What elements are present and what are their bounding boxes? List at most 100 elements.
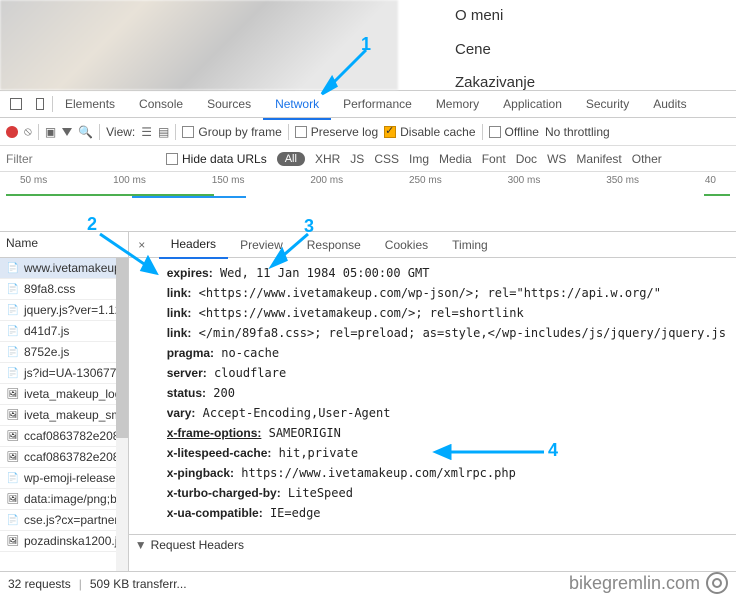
tab-performance[interactable]: Performance [331, 90, 424, 118]
group-by-frame-checkbox[interactable]: Group by frame [182, 125, 281, 139]
request-name: data:image/png;base... [24, 492, 128, 506]
response-header-row: x-turbo-charged-by: LiteSpeed [167, 486, 726, 500]
request-name: iveta_makeup_logo60.png [24, 387, 128, 401]
request-row[interactable]: 🖼ccaf0863782e2086b48e1fcb... [0, 447, 128, 468]
header-key: link: [167, 286, 192, 300]
separator [175, 124, 176, 140]
name-column-header[interactable]: Name [0, 232, 128, 258]
camera-icon[interactable]: ▣ [45, 125, 56, 139]
request-name: 8752e.js [24, 345, 69, 359]
request-headers-section[interactable]: ▼Request Headers [129, 534, 736, 555]
timeline-bar [704, 194, 730, 196]
request-row[interactable]: 🖼iveta_makeup_sminkanje_300... [0, 405, 128, 426]
filter-js[interactable]: JS [350, 152, 364, 166]
throttling-select[interactable]: No throttling [545, 125, 610, 139]
timeline-bar [132, 196, 246, 198]
record-button[interactable] [6, 126, 18, 138]
request-name: iveta_makeup_sminkanje_300... [24, 408, 128, 422]
detail-pane: × Headers Preview Response Cookies Timin… [129, 232, 736, 571]
menu-item[interactable]: Cene [455, 34, 535, 66]
response-header-row: status: 200 [167, 386, 726, 400]
detail-tabs: × Headers Preview Response Cookies Timin… [129, 232, 736, 258]
request-row[interactable]: 📄d41d7.js [0, 321, 128, 342]
filter-ws[interactable]: WS [547, 152, 566, 166]
filter-media[interactable]: Media [439, 152, 472, 166]
request-row[interactable]: 🖼ccaf0863782e2086b48e1fcb... [0, 426, 128, 447]
request-row[interactable]: 📄js?id=UA-130677412-1 [0, 363, 128, 384]
request-name: www.ivetamakeup.com [24, 261, 128, 275]
filter-input[interactable] [6, 152, 156, 166]
device-icon[interactable] [30, 94, 50, 114]
tab-preview[interactable]: Preview [228, 232, 295, 258]
network-toolbar: ⦸ ▣ 🔍 View: ☰ ▤ Group by frame Preserve … [0, 118, 736, 146]
filter-all[interactable]: All [277, 152, 305, 166]
filter-css[interactable]: CSS [374, 152, 399, 166]
menu-item[interactable]: Zakazivanje [455, 67, 535, 99]
header-key: expires: [167, 266, 213, 280]
tab-cookies[interactable]: Cookies [373, 232, 440, 258]
request-name: 89fa8.css [24, 282, 75, 296]
page-top: O meni Cene Zakazivanje [0, 0, 736, 90]
tab-security[interactable]: Security [574, 90, 641, 118]
header-value: <https://www.ivetamakeup.com/>; rel=shor… [191, 306, 523, 320]
tab-sources[interactable]: Sources [195, 90, 263, 118]
request-row[interactable]: 🖼data:image/png;base... [0, 489, 128, 510]
filter-doc[interactable]: Doc [516, 152, 537, 166]
inspect-icon[interactable] [6, 94, 26, 114]
response-header-row: vary: Accept-Encoding,User-Agent [167, 406, 726, 420]
header-key: vary: [167, 406, 196, 420]
request-row[interactable]: 🖼iveta_makeup_logo60.png [0, 384, 128, 405]
hide-data-urls-checkbox[interactable]: Hide data URLs [166, 152, 267, 166]
tab-console[interactable]: Console [127, 90, 195, 118]
header-key: x-ua-compatible: [167, 506, 263, 520]
header-key: link: [167, 326, 192, 340]
request-row[interactable]: 📄jquery.js?ver=1.12.4-wp [0, 300, 128, 321]
header-key: server: [167, 366, 207, 380]
tab-timing[interactable]: Timing [440, 232, 500, 258]
transfer-size: 509 KB transferr... [90, 577, 187, 591]
large-view-icon[interactable]: ▤ [158, 125, 169, 139]
scrollbar[interactable] [116, 258, 128, 571]
timeline[interactable]: 50 ms100 ms150 ms200 ms250 ms300 ms350 m… [0, 172, 736, 232]
list-view-icon[interactable]: ☰ [141, 125, 152, 139]
tab-response[interactable]: Response [295, 232, 373, 258]
header-value: hit,private [271, 446, 358, 460]
header-value: cloudflare [207, 366, 286, 380]
preserve-log-checkbox[interactable]: Preserve log [295, 125, 378, 139]
filter-xhr[interactable]: XHR [315, 152, 340, 166]
filter-img[interactable]: Img [409, 152, 429, 166]
tab-elements[interactable]: Elements [53, 90, 127, 118]
response-header-row: server: cloudflare [167, 366, 726, 380]
response-header-row: link: <https://www.ivetamakeup.com/wp-js… [167, 286, 726, 300]
request-row[interactable]: 📄 8752e.js [0, 342, 128, 363]
header-key: x-litespeed-cache: [167, 446, 272, 460]
clear-icon[interactable]: ⦸ [24, 124, 32, 139]
close-icon[interactable]: × [135, 238, 149, 252]
file-icon: 📄 [6, 366, 20, 380]
filter-other[interactable]: Other [632, 152, 662, 166]
tab-headers[interactable]: Headers [159, 231, 228, 259]
header-value: LiteSpeed [281, 486, 353, 500]
search-icon[interactable]: 🔍 [78, 125, 93, 139]
scrollbar-thumb[interactable] [116, 258, 128, 438]
tab-network[interactable]: Network [263, 90, 331, 120]
header-key: pragma: [167, 346, 214, 360]
filter-icon[interactable] [62, 128, 72, 136]
request-row[interactable]: 📄cse.js?cx=partner-pub-68033... [0, 510, 128, 531]
request-row[interactable]: 📄wp-emoji-release.min.js?ver=... [0, 468, 128, 489]
js-icon: 📄 [6, 513, 20, 527]
request-name: pozadinska1200.jpg [24, 534, 128, 548]
header-key: link: [167, 306, 192, 320]
disable-cache-checkbox[interactable]: Disable cache [384, 125, 475, 139]
request-row[interactable]: 📄www.ivetamakeup.com [0, 258, 128, 279]
separator [482, 124, 483, 140]
filter-font[interactable]: Font [482, 152, 506, 166]
tab-audits[interactable]: Audits [641, 90, 698, 118]
js-icon: 📄 [6, 345, 20, 359]
menu-item[interactable]: O meni [455, 0, 535, 32]
offline-checkbox[interactable]: Offline [489, 125, 539, 139]
filter-manifest[interactable]: Manifest [576, 152, 621, 166]
header-value: <https://www.ivetamakeup.com/wp-json/>; … [191, 286, 661, 300]
request-row[interactable]: 🖼pozadinska1200.jpg [0, 531, 128, 552]
request-row[interactable]: 📄89fa8.css [0, 279, 128, 300]
